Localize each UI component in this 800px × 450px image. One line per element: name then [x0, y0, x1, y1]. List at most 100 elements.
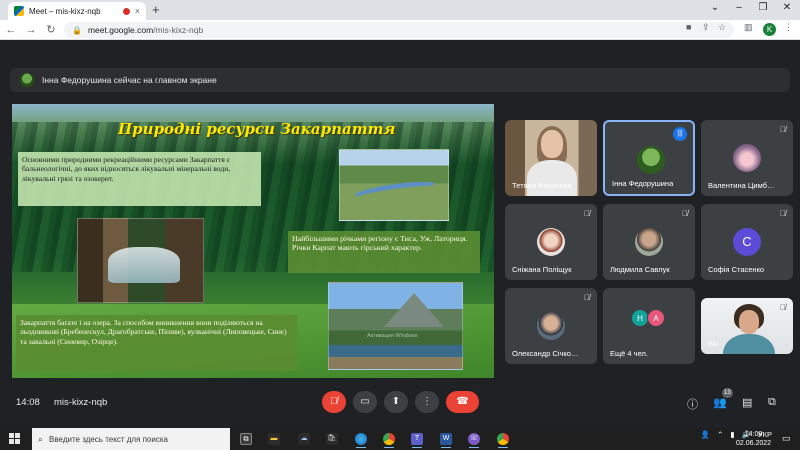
- minimize-icon[interactable]: –: [732, 2, 746, 13]
- teams-icon[interactable]: T: [411, 433, 423, 448]
- participant-tile-6[interactable]: 🎙̸ С Софія Стасенко: [701, 204, 793, 280]
- participant-name: Людмила Савлук: [610, 265, 670, 274]
- participant-avatar: [537, 228, 565, 256]
- windows-start-icon[interactable]: [9, 433, 20, 444]
- recording-dot-icon: [122, 7, 130, 15]
- participant-name: Вы: [708, 339, 719, 348]
- self-view-tile[interactable]: 🎙̸ Вы: [701, 298, 793, 354]
- share-icon[interactable]: ⇪: [702, 22, 710, 33]
- forward-icon[interactable]: →: [24, 23, 38, 37]
- participant-name: Валентина Цимб…: [708, 181, 775, 190]
- notifications-icon[interactable]: ▭: [782, 433, 791, 444]
- mic-toggle-button[interactable]: 🎙̸: [322, 391, 346, 413]
- reload-icon[interactable]: ↻: [44, 23, 58, 37]
- activities-icon[interactable]: ⧉: [768, 396, 776, 409]
- participant-tile-3[interactable]: 🎙̸ Валентина Цимб…: [701, 120, 793, 196]
- participant-tile-7[interactable]: 🎙̸ Олександр Січко…: [505, 288, 597, 364]
- participant-name: Тетяна Фарсєєва: [512, 181, 572, 190]
- side-panel-icon[interactable]: ▥: [744, 22, 753, 33]
- url-domain: meet.google.com: [87, 25, 154, 35]
- search-icon: ⌕: [38, 433, 44, 444]
- maximize-icon[interactable]: ❐: [756, 2, 770, 13]
- participant-tile-more[interactable]: Н А Ещё 4 чел.: [603, 288, 695, 364]
- chrome-profile-icon[interactable]: [497, 433, 509, 448]
- slide-title: Природні ресурси Закарпаття: [118, 120, 396, 138]
- viber-icon[interactable]: ☏: [468, 433, 480, 448]
- participant-count-badge: 13: [722, 388, 733, 398]
- back-icon[interactable]: ←: [4, 23, 18, 37]
- windows-taskbar: ⌕ Введите здесь текст для поиска ⧉ ▬ ☁ 🛍…: [0, 428, 800, 450]
- mic-off-icon: 🎙̸: [682, 209, 688, 218]
- present-button[interactable]: ⬆: [384, 391, 408, 413]
- taskbar-search-input[interactable]: ⌕ Введите здесь текст для поиска: [32, 428, 230, 450]
- browser-tab-meet[interactable]: Meet – mis-kixz-nqb ×: [8, 2, 146, 20]
- activation-watermark: Активация Windows: [367, 333, 418, 339]
- mic-off-icon: 🎙̸: [780, 125, 786, 134]
- chat-icon[interactable]: ▤: [742, 396, 752, 409]
- waterfall-photo: [77, 218, 204, 303]
- url-path: /mis-kixz-nqb: [153, 25, 204, 35]
- participant-name: Олександр Січко…: [512, 349, 579, 358]
- presenter-avatar: [20, 73, 34, 87]
- river-photo: [339, 149, 449, 221]
- store-icon[interactable]: 🛍: [326, 433, 338, 445]
- mic-off-icon: 🎙̸: [330, 396, 338, 407]
- taskbar-date: 02.06.2022: [736, 440, 772, 447]
- people-icon[interactable]: 👥: [713, 396, 727, 409]
- tab-title: Meet – mis-kixz-nqb: [29, 6, 101, 16]
- task-view-icon[interactable]: ⧉: [240, 433, 252, 445]
- mic-off-icon: 🎙̸: [780, 303, 786, 312]
- profile-avatar[interactable]: K: [763, 23, 776, 36]
- participant-tile-2[interactable]: ||| Інна Федорушина: [603, 120, 695, 196]
- network-icon[interactable]: ▮: [730, 430, 734, 439]
- taskbar-time: 14:08: [744, 431, 763, 438]
- participant-name: Ещё 4 чел.: [610, 349, 648, 358]
- browser-toolbar: ← → ↻ 🔒 meet.google.com/mis-kixz-nqb ■ ⇪…: [0, 20, 800, 40]
- slide-textbox-lakes: Закарпаття багате і на озера. За способо…: [16, 315, 297, 371]
- lock-icon: 🔒: [72, 25, 82, 35]
- word-icon[interactable]: W: [440, 433, 452, 448]
- present-screen-icon: ⬆: [391, 396, 401, 407]
- more-options-button[interactable]: ⋮: [415, 391, 439, 413]
- speaking-indicator-icon: |||: [673, 127, 687, 141]
- participant-name: Софія Стасенко: [708, 265, 765, 274]
- meeting-time: 14:08: [16, 397, 40, 408]
- people-tray-icon[interactable]: 👤: [701, 430, 710, 439]
- participant-avatar: С: [733, 228, 761, 256]
- mic-off-icon: 🎙̸: [584, 293, 590, 302]
- leave-call-button[interactable]: ☎: [446, 391, 479, 413]
- chrome-icon[interactable]: [383, 433, 395, 448]
- participant-tile-1[interactable]: Тетяна Фарсєєва: [505, 120, 597, 196]
- slide-textbox-balneology: Основними природними рекреаційними ресур…: [18, 152, 261, 206]
- participant-tile-4[interactable]: 🎙̸ Сніжана Поліщук: [505, 204, 597, 280]
- edge-icon[interactable]: [355, 433, 367, 448]
- tab-close-icon[interactable]: ×: [135, 6, 140, 16]
- onedrive-icon[interactable]: ☁: [298, 433, 310, 445]
- show-hidden-icons-chevron-icon[interactable]: ⌃: [717, 430, 723, 439]
- camera-icon[interactable]: ■: [686, 22, 691, 32]
- new-tab-button[interactable]: +: [152, 3, 160, 17]
- browser-menu-icon[interactable]: ⋮: [784, 22, 793, 33]
- close-window-icon[interactable]: ✕: [780, 2, 794, 13]
- meet-favicon-icon: [14, 6, 24, 16]
- presenting-banner: Інна Федорушина сейчас на главном экране: [10, 68, 790, 92]
- mountain-lake-photo: Активация Windows: [328, 282, 463, 370]
- more-participants-avatars: Н А: [631, 309, 665, 327]
- participant-avatar: [537, 312, 565, 340]
- taskbar-search-placeholder: Введите здесь текст для поиска: [49, 434, 168, 444]
- participant-avatar: [733, 144, 761, 172]
- participant-name: Сніжана Поліщук: [512, 265, 572, 274]
- participant-tile-5[interactable]: 🎙̸ Людмила Савлук: [603, 204, 695, 280]
- participant-avatar: [637, 146, 665, 174]
- shared-presentation: Природні ресурси Закарпаття Основними пр…: [12, 104, 494, 378]
- file-explorer-icon[interactable]: ▬: [268, 433, 280, 445]
- bookmark-star-icon[interactable]: ☆: [718, 22, 726, 33]
- address-bar[interactable]: 🔒 meet.google.com/mis-kixz-nqb: [64, 22, 734, 38]
- tab-search-chevron-icon[interactable]: ⌄: [708, 2, 722, 13]
- meeting-details-icon[interactable]: ⓘ: [687, 396, 698, 412]
- mini-avatar: А: [647, 309, 665, 327]
- camera-toggle-button[interactable]: ▭: [353, 391, 377, 413]
- browser-tab-strip: Meet – mis-kixz-nqb × + ⌄ – ❐ ✕: [0, 0, 800, 20]
- more-vert-icon: ⋮: [422, 396, 432, 407]
- taskbar-clock[interactable]: 14:08 02.06.2022: [736, 430, 771, 448]
